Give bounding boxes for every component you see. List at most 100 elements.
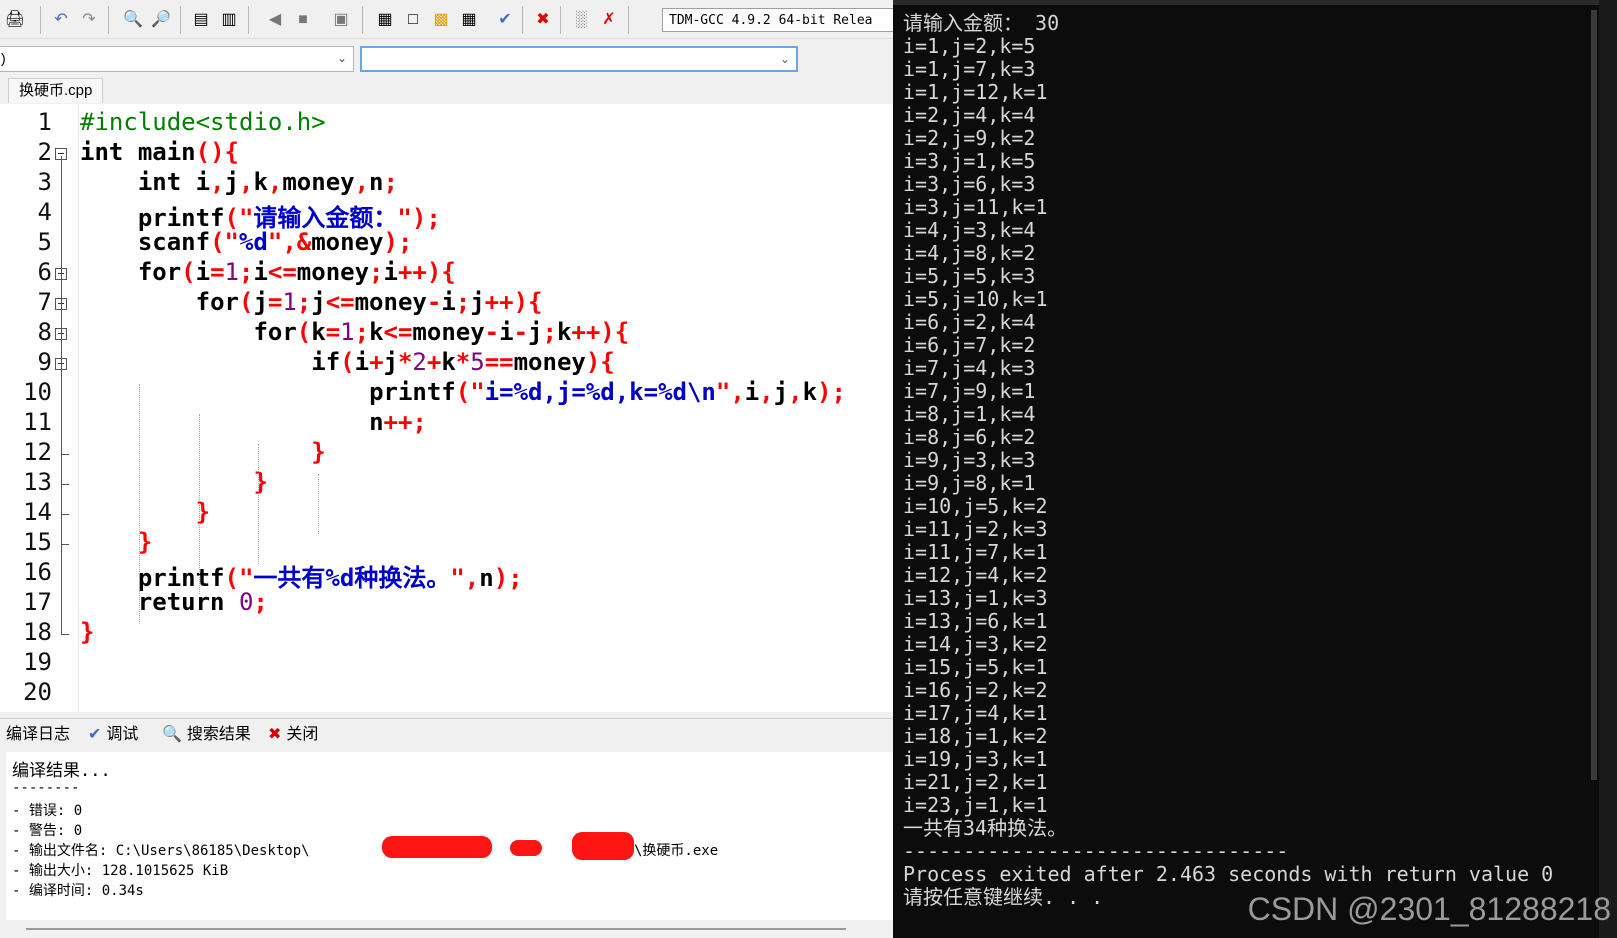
bottom-panel-tabs: 编译日志 ✔ 调试 🔍 搜索结果 ✖ 关闭 [0, 718, 893, 751]
console-line: i=18,j=1,k=2 [903, 724, 1048, 748]
line-number: 8 [37, 318, 52, 346]
code-line[interactable]: } [80, 468, 267, 496]
find-icon[interactable]: 🔍 [122, 9, 144, 31]
code-line[interactable]: int i,j,k,money,n; [80, 168, 398, 196]
code-editor[interactable]: 1 2 3 4 5 6 7 8 9 10 11 12 13 14 15 16 17 18 19 20 #include… [0, 104, 893, 712]
tab-search-results[interactable]: 🔍 搜索结果 [162, 723, 251, 747]
console-line: i=8,j=6,k=2 [903, 425, 1036, 449]
delete-profile-icon[interactable]: ✗ [598, 9, 620, 31]
line-number: 20 [23, 678, 52, 706]
window-icon[interactable]: □ [402, 9, 424, 31]
search-icon: 🔍 [162, 726, 182, 743]
console-line: i=9,j=8,k=1 [903, 471, 1036, 495]
chevron-down-icon[interactable]: ⌄ [337, 51, 347, 65]
grid-icon[interactable]: ▦ [374, 9, 396, 31]
tab-close[interactable]: ✖ 关闭 [268, 723, 318, 747]
bookmark-forward-icon[interactable]: ■ [292, 9, 314, 31]
fold-end-marker [61, 514, 69, 515]
class-dropdown-value: ) [1, 50, 6, 66]
code-line[interactable]: } [80, 528, 152, 556]
indent-guide [199, 414, 200, 594]
indent-icon[interactable]: ▤ [190, 9, 212, 31]
chevron-down-icon[interactable]: ⌄ [780, 52, 790, 66]
redaction-mark [382, 836, 492, 858]
log-line: -------- [12, 780, 80, 796]
bookmark-back-icon[interactable]: ◀ [264, 9, 286, 31]
console-scrollbar[interactable] [1591, 10, 1597, 780]
code-line[interactable]: if(i+j*2+k*5==money){ [80, 348, 615, 376]
print-icon[interactable]: 🖨 [4, 9, 26, 31]
code-line[interactable]: } [80, 438, 325, 466]
log-line: - 输出大小: 128.1015625 KiB [12, 863, 229, 879]
tiles-icon[interactable]: ▦ [458, 9, 480, 31]
code-line[interactable]: return 0; [80, 588, 268, 616]
class-dropdown[interactable]: ) ⌄ [0, 46, 354, 72]
log-line: - 输出文件名: C:\Users\86185\Desktop\ [12, 843, 310, 859]
toolbar-separator [628, 6, 629, 34]
toolbar-separator [108, 6, 109, 34]
tab-debug[interactable]: ✔ 调试 [88, 723, 138, 747]
replace-icon[interactable]: 🔎 [150, 9, 172, 31]
log-line: - 警告: 0 [12, 823, 83, 839]
line-number: 17 [23, 588, 52, 616]
panel-tab-label: 搜索结果 [186, 726, 251, 743]
close-icon: ✖ [268, 726, 282, 743]
line-number: 7 [37, 288, 52, 316]
console-line: i=7,j=9,k=1 [903, 379, 1036, 403]
chart-icon[interactable]: ░ [570, 9, 592, 31]
toolbar-separator [560, 6, 561, 34]
redo-icon[interactable]: ↷ [78, 9, 100, 31]
line-number: 11 [23, 408, 52, 436]
console-line: i=3,j=1,k=5 [903, 149, 1036, 173]
fold-end-marker [61, 634, 69, 635]
line-number: 15 [23, 528, 52, 556]
file-tab[interactable]: 换硬币.cpp [8, 78, 104, 103]
code-line[interactable]: for(k=1;k<=money-i-j;k++){ [80, 318, 629, 346]
log-line: - 编译时间: 0.34s [12, 883, 144, 899]
tab-compile-log[interactable]: 编译日志 [6, 723, 70, 747]
code-line[interactable]: #include<stdio.h> [80, 108, 326, 136]
line-number: 14 [23, 498, 52, 526]
console-line: i=4,j=3,k=4 [903, 218, 1036, 242]
redaction-mark [510, 840, 542, 856]
stop-icon[interactable]: ✖ [532, 9, 554, 31]
panel-tab-label: 调试 [106, 726, 139, 743]
line-number: 13 [23, 468, 52, 496]
code-line[interactable]: for(j=1;j<=money-i;j++){ [80, 288, 543, 316]
line-number: 6 [37, 258, 52, 286]
fold-guide-line [61, 156, 62, 634]
console-line: i=23,j=1,k=1 [903, 793, 1048, 817]
code-line[interactable]: } [80, 498, 210, 526]
line-number-gutter: 1 2 3 4 5 6 7 8 9 10 11 12 13 14 15 16 17 18 19 20 [0, 104, 79, 712]
console-line: i=10,j=5,k=2 [903, 494, 1048, 518]
code-line[interactable]: for(i=1;i<=money;i++){ [80, 258, 456, 286]
console-line: 请按任意键继续. . . [903, 885, 1104, 909]
line-number: 9 [37, 348, 52, 376]
fold-end-marker [61, 544, 69, 545]
console-line: i=13,j=6,k=1 [903, 609, 1048, 633]
console-line: i=19,j=3,k=1 [903, 747, 1048, 771]
toggle-comment-icon[interactable]: ▣ [330, 9, 352, 31]
compile-log-output[interactable]: 编译结果... -------- - 错误: 0 - 警告: 0 - 输出文件名… [6, 752, 893, 920]
horizontal-scrollbar[interactable] [26, 928, 846, 930]
console-line: i=9,j=3,k=3 [903, 448, 1036, 472]
console-line: i=2,j=9,k=2 [903, 126, 1036, 150]
code-line[interactable]: scanf("%d",&money); [80, 228, 413, 256]
code-line[interactable]: } [80, 618, 94, 646]
line-number: 3 [37, 168, 52, 196]
undo-icon[interactable]: ↶ [50, 9, 72, 31]
code-line[interactable]: printf("i=%d,j=%d,k=%d\n",i,j,k); [80, 378, 846, 406]
check-syntax-icon[interactable]: ✔ [494, 9, 516, 31]
code-line[interactable]: n++; [80, 408, 427, 436]
unindent-icon[interactable]: ▥ [218, 9, 240, 31]
compiler-select[interactable]: TDM-GCC 4.9.2 64-bit Relea [662, 8, 893, 32]
layout-icon[interactable]: ▩ [430, 9, 452, 31]
code-line[interactable]: int main(){ [80, 138, 239, 166]
indent-guide [258, 444, 259, 564]
console-line: i=2,j=4,k=4 [903, 103, 1036, 127]
function-dropdown[interactable]: ⌄ [360, 46, 798, 72]
console-line: i=13,j=1,k=3 [903, 586, 1048, 610]
file-tab-strip: 换硬币.cpp [0, 76, 893, 104]
console-window[interactable]: 请输入金额： 30 i=1,j=2,k=5 i=1,j=7,k=3 i=1,j=12,… [893, 0, 1617, 938]
console-line: i=16,j=2,k=2 [903, 678, 1048, 702]
